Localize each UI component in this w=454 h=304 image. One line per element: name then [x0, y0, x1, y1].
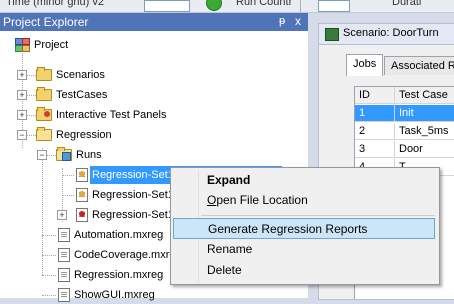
expand-icon[interactable]: + — [57, 210, 67, 220]
panel-folder-icon — [36, 106, 52, 121]
menu-item-label: Open File Location — [207, 193, 308, 207]
tree-line — [42, 255, 56, 256]
toolbar-field[interactable] — [318, 0, 350, 12]
run-result-icon — [74, 207, 90, 222]
collapse-icon[interactable]: − — [17, 130, 27, 140]
tree-label: Scenarios — [56, 69, 105, 81]
expand-icon[interactable]: + — [17, 70, 27, 80]
tree-label: Automation.mxreg — [74, 229, 164, 241]
mxreg-file-icon — [56, 267, 72, 282]
table-cell-id[interactable]: 2 — [355, 123, 395, 140]
tree-label: ShowGUI.mxreg — [74, 289, 155, 301]
scenario-icon — [325, 28, 339, 41]
tree-label: Project — [34, 39, 69, 51]
toolbar-combo[interactable] — [144, 0, 190, 12]
table-cell-name[interactable]: Init — [395, 105, 454, 122]
project-explorer-titlebar: Project Explorer ᵽ x — [0, 13, 308, 31]
tree-label: Regression.mxreg — [74, 269, 164, 281]
tree-label: TestCases — [56, 89, 108, 101]
context-menu: Expand Open File Location Generate Regre… — [170, 167, 440, 285]
open-folder-icon — [36, 126, 52, 141]
table-cell-id[interactable]: 1 — [355, 105, 395, 122]
menu-item-generate-regression-reports[interactable]: Generate Regression Reports — [173, 218, 435, 239]
tree-label: Regression-Set1 — [92, 209, 174, 221]
table-cell-id[interactable]: 3 — [355, 141, 395, 158]
runs-folder-icon — [56, 146, 72, 161]
menu-separator — [201, 215, 435, 216]
table-cell-name[interactable]: Task_5ms — [395, 123, 454, 140]
close-icon[interactable]: x — [295, 14, 301, 28]
folder-icon — [36, 86, 52, 101]
mxreg-file-icon — [56, 247, 72, 262]
column-header-id[interactable]: ID — [355, 87, 395, 104]
tree-line — [62, 175, 74, 176]
tree-label: Regression — [56, 129, 112, 141]
run-result-icon — [74, 167, 90, 182]
top-toolbar: Time (minor gnu) v2 Run Countr Durati — [0, 0, 454, 13]
tree-label: Runs — [76, 149, 102, 161]
run-result-icon — [74, 187, 90, 202]
menu-item-label: Delete — [207, 263, 242, 277]
scenario-titlebar: Scenario: DoorTurn — [319, 24, 454, 45]
toolbar-duration-label: Durati — [392, 0, 422, 8]
tree-label: Interactive Test Panels — [56, 109, 167, 121]
tree-line — [62, 195, 74, 196]
run-status-icon — [206, 0, 222, 11]
tab-associated[interactable]: Associated R — [384, 56, 454, 75]
tree-line — [42, 235, 56, 236]
toolbar-separator — [300, 0, 301, 12]
expand-icon[interactable]: + — [17, 90, 27, 100]
menu-item-label: Rename — [207, 242, 253, 256]
mxreg-file-icon — [56, 227, 72, 242]
tree-label: CodeCoverage.mxreg — [74, 249, 182, 261]
toolbar-time-label: Time (minor gnu) v2 — [6, 0, 105, 8]
table-cell-name[interactable]: Door — [395, 141, 454, 158]
toolbar-run-count-label: Run Countr — [236, 0, 293, 8]
scenario-title: Scenario: DoorTurn — [343, 27, 439, 39]
tree-label: Regression-Set1 — [92, 189, 174, 201]
column-header-test-case[interactable]: Test Case — [395, 87, 454, 104]
menu-item-label: Expand — [207, 173, 251, 187]
tree-line — [42, 275, 56, 276]
mxreg-file-icon — [56, 287, 72, 302]
folder-icon — [36, 66, 52, 81]
menu-item-rename[interactable]: Rename — [173, 239, 435, 260]
project-explorer-title: Project Explorer — [3, 15, 89, 29]
menu-item-expand[interactable]: Expand — [173, 170, 435, 191]
project-icon — [14, 38, 30, 52]
tab-jobs[interactable]: Jobs — [346, 54, 384, 76]
menu-item-label: Generate Regression Reports — [208, 222, 368, 236]
tree-line — [42, 295, 56, 296]
pin-icon[interactable]: ᵽ — [279, 15, 285, 27]
menu-item-open-file-location[interactable]: Open File Location — [173, 190, 435, 211]
expand-icon[interactable]: + — [17, 110, 27, 120]
menu-item-delete[interactable]: Delete — [173, 260, 435, 281]
collapse-icon[interactable]: − — [37, 150, 47, 160]
